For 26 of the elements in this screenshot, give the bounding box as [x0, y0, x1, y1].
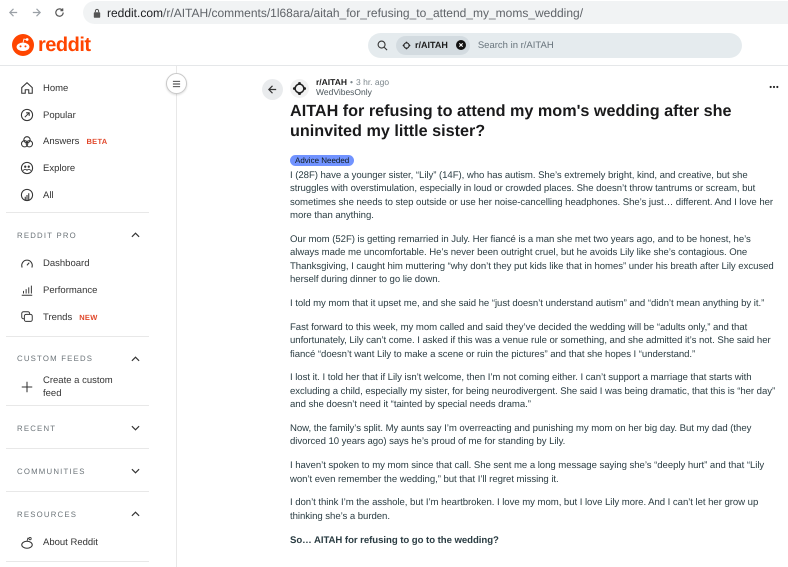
author-link[interactable]: WedVibesOnly	[316, 87, 390, 97]
post-paragraph: I don’t think I’m the asshole, but I’m heartbroken. I love my mom, but I love Lily more. And I can’t let her grow up thinking she’s a burden.	[290, 496, 760, 524]
nav-item[interactable]: Home	[6, 75, 149, 102]
post-paragraph: So… AITAH for refusing to go to the wedding?	[290, 534, 500, 548]
separator-dot: •	[350, 77, 353, 87]
nav-item[interactable]: Create a custom feed	[6, 374, 149, 400]
post-paragraph: I (28F) have a younger sister, “Lily” (14F), who has autism. She’s extremely bright, kind, and creative, but she struggles with overstimulation, especially in loud or crowded places. She doesn’t throw tantrums or scream, but sometimes she needs to step outside or use her noise-cancelling headphones. She’s just… different. And I love her more than anything.	[290, 169, 774, 223]
nav-item[interactable]: Dashboard	[6, 250, 149, 278]
post-paragraph: I lost it. I told her that if Lily isn’t welcome, then I’m not coming either. I can’t support a marriage that starts with excluding a child, especially my sister, for being neurodivergent. She said I was being dramatic, that this is “her day” and she doesn’t need it “tainted by special needs drama.”	[290, 371, 776, 412]
search-field[interactable]: r/AITAH Search in r/AITAH	[368, 32, 742, 58]
nav-item[interactable]: Performance	[6, 277, 149, 304]
post-paragraph: I haven’t spoken to my mom since that call. She sent me a long message saying she’s “deeply hurt” and that “Lily won’t even remember the wedding,” but that I’ll regret missing it.	[290, 459, 766, 486]
flair-tag[interactable]: Advice Needed	[290, 155, 354, 166]
nav-item[interactable]: About Reddit	[6, 529, 149, 556]
post-paragraph: Now, the family’s split. My aunts say I’m overreacting and punishing my mom on her big day. But my dad (they divorced 10 years ago) says he’s proud of me for standing by Lily.	[290, 422, 752, 449]
address-bar[interactable]: reddit.com/r/AITAH/comments/1l68ara/aitah_for_refusing_to_attend_my_moms_wedding/	[83, 1, 788, 24]
subreddit-chip[interactable]: r/AITAH	[396, 36, 470, 54]
post-time: 3 hr. ago	[356, 77, 390, 87]
post-paragraph: I told my mom that it upset me, and she said he “just doesn’t understand autism” and “didn’t mean anything by it.”	[290, 297, 766, 310]
post-paragraph: Our mom (52F) is getting remarried in July. Her fiancé is a man she met two years ago, and to be honest, he’s always made me uncomfortable. He’s never been outright cruel, but he avoids Lily like she’s contagious. One Thanksgiving, I caught him muttering “why don’t they put kids like that in homes” under his breath after Lily excused herself during dinner to go lie down.	[290, 233, 775, 287]
subreddit-link[interactable]: r/AITAH	[316, 77, 348, 87]
nav-item[interactable]: Popular	[6, 102, 149, 128]
nav-item[interactable]: Explore	[6, 155, 149, 182]
post-paragraph: Fast forward to this week, my mom called and said they’ve decided the wedding will be “adults only,” and that unfortunately, Lily can’t come. I asked if this was a venue rule or something, and she admitted it’s not. She said her fiancé “doesn’t want Lily to make a scene or ruin the pictures” and that she hopes I “understand.”	[290, 320, 772, 362]
post-title: AITAH for refusing to attend my mom's wedding after she uninvited my little sister?	[290, 102, 733, 141]
nav-item[interactable]: All	[6, 182, 149, 208]
